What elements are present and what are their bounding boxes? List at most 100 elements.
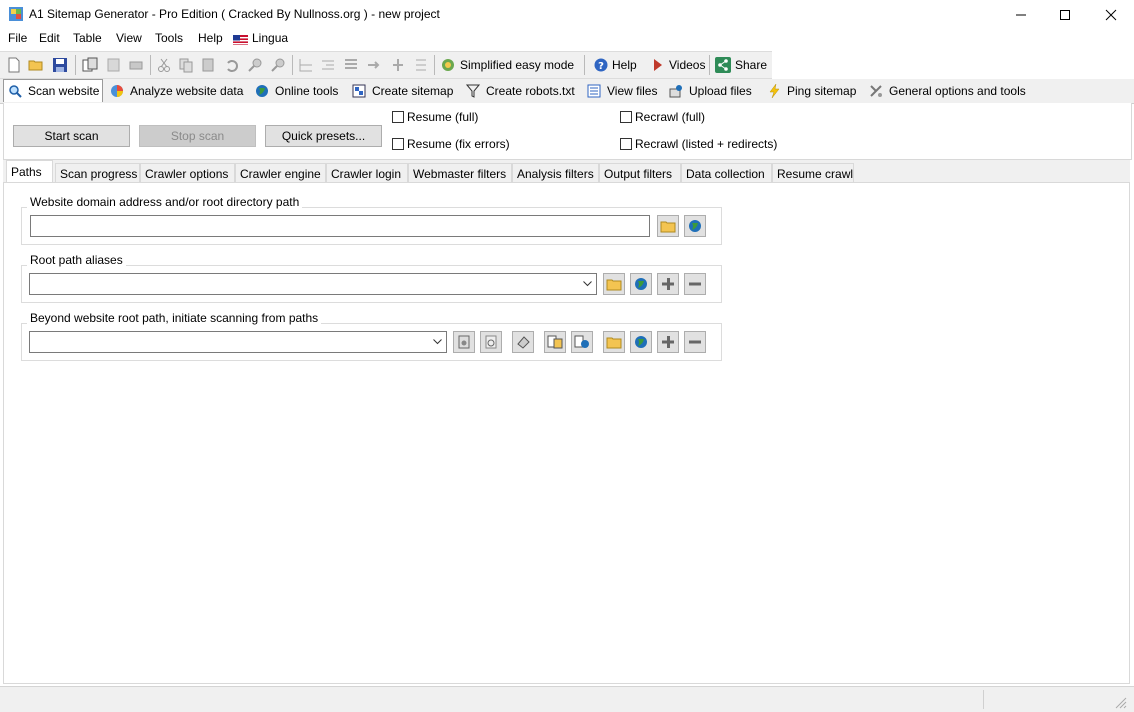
tree-expand-icon[interactable] [298,57,314,73]
menu-help[interactable]: Help [198,31,223,45]
copy-project-icon[interactable] [82,57,98,73]
stop-scan-button[interactable]: Stop scan [139,125,256,147]
toolbar-separator [150,55,151,75]
maximize-button[interactable] [1042,0,1088,29]
tab-analysis-filters[interactable]: Analysis filters [512,163,599,183]
aliases-folder-button[interactable] [603,273,625,295]
beyond-option-5-button[interactable] [571,331,593,353]
menu-tools[interactable]: Tools [155,31,183,45]
aliases-dropdown-arrow[interactable] [579,274,595,294]
globe-icon [689,220,701,232]
find-next-icon[interactable] [270,57,286,73]
sitemap-icon [352,84,366,98]
tab-output-filters[interactable]: Output filters [599,163,681,183]
beyond-option-3-button[interactable] [512,331,534,353]
menu-file[interactable]: File [8,31,27,45]
tab-general-options[interactable]: General options and tools [865,80,1029,101]
split-icon[interactable] [390,57,406,73]
merge-icon[interactable] [413,57,429,73]
globe-icon [635,336,647,348]
domain-input[interactable] [30,215,650,237]
videos-button[interactable]: Videos [653,55,705,75]
globe-icon [255,84,269,98]
quick-presets-button[interactable]: Quick presets... [265,125,382,147]
move-right-icon[interactable] [366,57,382,73]
start-scan-button[interactable]: Start scan [13,125,130,147]
recrawl-listed-checkbox[interactable] [620,138,632,150]
tab-view-files[interactable]: View files [583,80,662,101]
resume-fix-errors-checkbox[interactable] [392,138,404,150]
recrawl-full-checkbox[interactable] [620,111,632,123]
beyond-option-4-button[interactable] [544,331,566,353]
beyond-folder-button[interactable] [603,331,625,353]
tab-create-sitemap[interactable]: Create sitemap [348,80,458,101]
save-icon[interactable] [52,57,68,73]
tab-upload-files[interactable]: Upload files [665,80,759,101]
browse-web-button[interactable] [684,215,706,237]
beyond-root-dropdown-arrow[interactable] [429,332,445,352]
tab-ping-sitemap[interactable]: Ping sitemap [763,80,862,101]
magnifier-icon [8,84,22,98]
menu-view[interactable]: View [116,31,142,45]
tab-label: Ping sitemap [787,83,857,98]
tree-collapse-icon[interactable] [320,57,336,73]
find-icon[interactable] [247,57,263,73]
aliases-combobox[interactable] [29,273,597,295]
lightning-icon [767,83,781,98]
tab-crawler-login[interactable]: Crawler login [326,163,408,183]
sub-tab-bar: Paths Scan progress Crawler options Craw… [3,160,1130,183]
copy-disabled-icon[interactable] [106,57,122,73]
aliases-web-button[interactable] [630,273,652,295]
beyond-web-button[interactable] [630,331,652,353]
tab-paths[interactable]: Paths [6,160,53,183]
menu-edit[interactable]: Edit [39,31,60,45]
folder-icon [606,279,622,291]
menu-table[interactable]: Table [73,31,102,45]
tree-view-icon[interactable] [343,57,359,73]
videos-label: Videos [669,58,706,72]
aliases-group-title: Root path aliases [27,253,126,267]
aliases-remove-button[interactable] [684,273,706,295]
toolbar-separator [709,55,710,75]
resume-fix-errors-label: Resume (fix errors) [407,137,510,151]
import-icon [547,335,563,349]
beyond-option-2-button[interactable] [480,331,502,353]
open-folder-icon[interactable] [28,57,44,73]
domain-group-title: Website domain address and/or root direc… [27,195,303,209]
tab-scan-website[interactable]: Scan website [3,79,103,102]
close-button[interactable] [1088,0,1134,29]
menu-lingua[interactable]: Lingua [252,31,288,45]
maximize-icon [1060,9,1070,20]
tab-online-tools[interactable]: Online tools [251,80,346,101]
scan-control-panel: Start scan Stop scan Quick presets... Re… [3,103,1132,160]
copy-icon[interactable] [178,57,194,73]
simplified-mode-button[interactable]: Simplified easy mode [440,55,574,75]
tab-analyze-website-data[interactable]: Analyze website data [106,80,247,101]
aliases-add-button[interactable] [657,273,679,295]
resize-grip-icon[interactable] [1113,695,1127,709]
tab-crawler-options[interactable]: Crawler options [140,163,235,183]
help-button[interactable]: ? Help [594,55,637,75]
paste-icon[interactable] [200,57,216,73]
tab-crawler-engine[interactable]: Crawler engine [235,163,326,183]
cut-icon[interactable] [156,57,172,73]
beyond-root-combobox[interactable] [29,331,447,353]
undo-icon[interactable] [224,57,240,73]
print-icon[interactable] [128,57,144,73]
simplified-mode-label: Simplified easy mode [460,58,575,72]
tab-webmaster-filters[interactable]: Webmaster filters [408,163,512,183]
share-button[interactable]: Share [715,55,767,75]
resume-full-checkbox[interactable] [392,111,404,123]
beyond-option-1-button[interactable] [453,331,475,353]
tab-resume-crawl[interactable]: Resume crawl [772,163,854,183]
eraser-icon [517,336,530,349]
browse-folder-button[interactable] [657,215,679,237]
tab-data-collection[interactable]: Data collection [681,163,772,183]
tab-label: Create sitemap [372,83,454,98]
new-file-icon[interactable] [6,57,22,73]
tab-create-robots[interactable]: Create robots.txt [462,80,580,101]
minimize-button[interactable] [998,0,1044,29]
tab-scan-progress[interactable]: Scan progress [55,163,140,183]
beyond-add-button[interactable] [657,331,679,353]
beyond-remove-button[interactable] [684,331,706,353]
